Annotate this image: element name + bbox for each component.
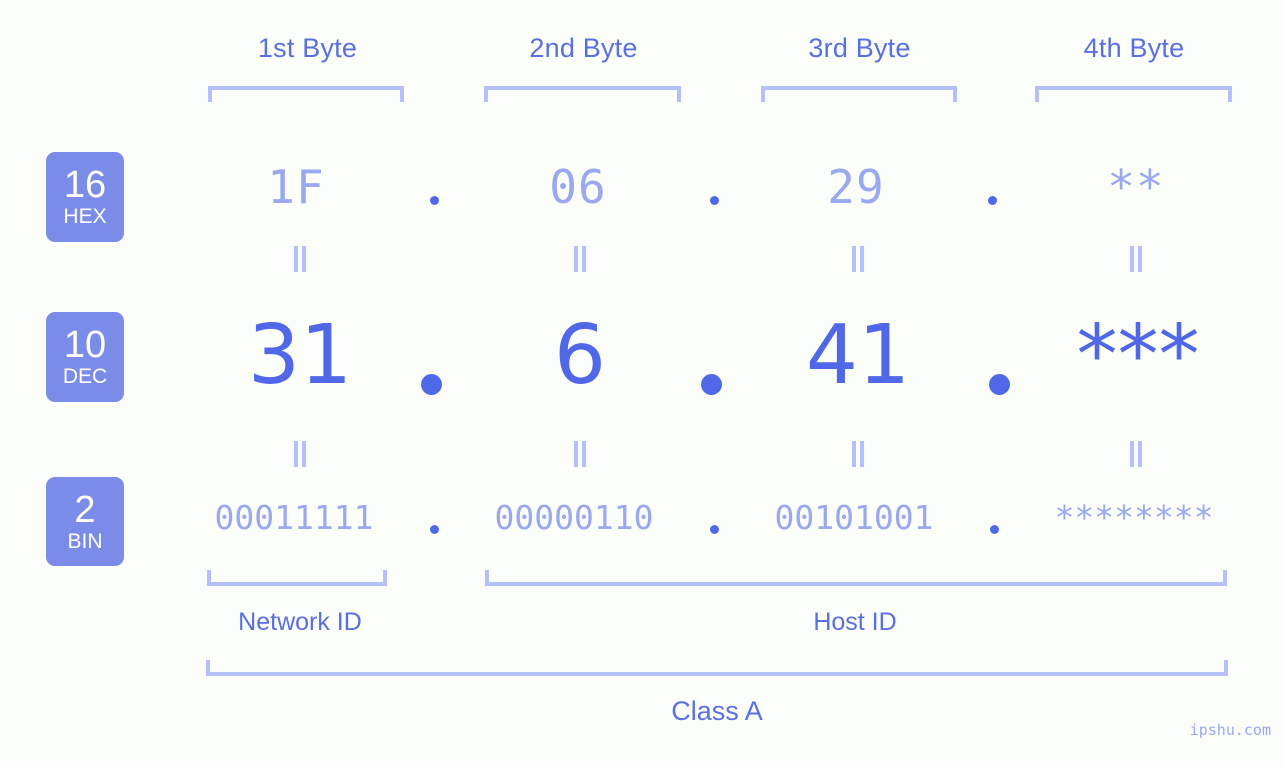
ip-address-breakdown-diagram: 1st Byte 2nd Byte 3rd Byte 4th Byte 16 H… — [0, 0, 1285, 767]
byte-label-1: 1st Byte — [257, 33, 358, 63]
class-bracket — [206, 660, 1228, 676]
equals-connector-dec-bin-2 — [573, 441, 587, 467]
equals-connector-dec-bin-1 — [293, 441, 307, 467]
host-id-label: Host ID — [813, 608, 897, 636]
host-id-bracket — [485, 570, 1227, 586]
byte-bracket-top-2 — [484, 86, 681, 102]
dec-separator-dot-3 — [989, 374, 1010, 395]
dec-value-byte-1: 31 — [247, 308, 353, 403]
base-badge-bin-number: 2 — [74, 488, 96, 531]
hex-value-byte-4: ** — [1107, 160, 1165, 214]
bin-separator-dot-2 — [710, 525, 719, 534]
dec-value-byte-3: 41 — [805, 308, 911, 403]
base-badge-hex-number: 16 — [63, 164, 107, 206]
dec-separator-dot-2 — [701, 374, 722, 395]
bin-separator-dot-1 — [430, 525, 439, 534]
base-badge-hex: 16 HEX — [46, 152, 124, 242]
equals-connector-dec-bin-4 — [1129, 441, 1143, 467]
base-badge-dec-abbr: DEC — [62, 365, 108, 388]
hex-separator-dot-3 — [988, 196, 997, 205]
base-badge-hex-abbr: HEX — [63, 205, 107, 228]
byte-label-4: 4th Byte — [1083, 33, 1185, 63]
byte-bracket-top-1 — [208, 86, 404, 102]
equals-connector-dec-bin-3 — [851, 441, 865, 467]
byte-bracket-top-4 — [1035, 86, 1232, 102]
base-badge-dec-number: 10 — [63, 324, 107, 366]
equals-connector-hex-dec-1 — [293, 246, 307, 272]
bin-value-byte-2: 00000110 — [494, 498, 654, 537]
equals-connector-hex-dec-3 — [851, 246, 865, 272]
site-watermark: ipshu.com — [1189, 721, 1271, 739]
equals-connector-hex-dec-4 — [1129, 246, 1143, 272]
byte-label-2: 2nd Byte — [529, 33, 638, 63]
bin-value-byte-3: 00101001 — [774, 498, 934, 537]
bin-separator-dot-3 — [990, 525, 999, 534]
base-badge-bin: 2 BIN — [46, 477, 124, 566]
hex-separator-dot-1 — [430, 196, 439, 205]
class-label: Class A — [671, 696, 763, 726]
dec-value-byte-4: *** — [1076, 308, 1200, 403]
byte-bracket-top-3 — [761, 86, 957, 102]
hex-value-byte-2: 06 — [549, 160, 607, 214]
byte-label-3: 3rd Byte — [808, 33, 911, 63]
bin-value-byte-1: 00011111 — [214, 498, 374, 537]
equals-connector-hex-dec-2 — [573, 246, 587, 272]
base-badge-bin-abbr: BIN — [67, 529, 103, 553]
hex-value-byte-1: 1F — [267, 160, 325, 214]
hex-separator-dot-2 — [710, 196, 719, 205]
dec-value-byte-2: 6 — [553, 308, 607, 403]
hex-value-byte-3: 29 — [827, 160, 885, 214]
base-badge-dec: 10 DEC — [46, 312, 124, 402]
bin-value-byte-4: ******** — [1054, 498, 1214, 537]
network-id-bracket — [207, 570, 387, 586]
dec-separator-dot-1 — [421, 374, 442, 395]
network-id-label: Network ID — [238, 608, 362, 636]
